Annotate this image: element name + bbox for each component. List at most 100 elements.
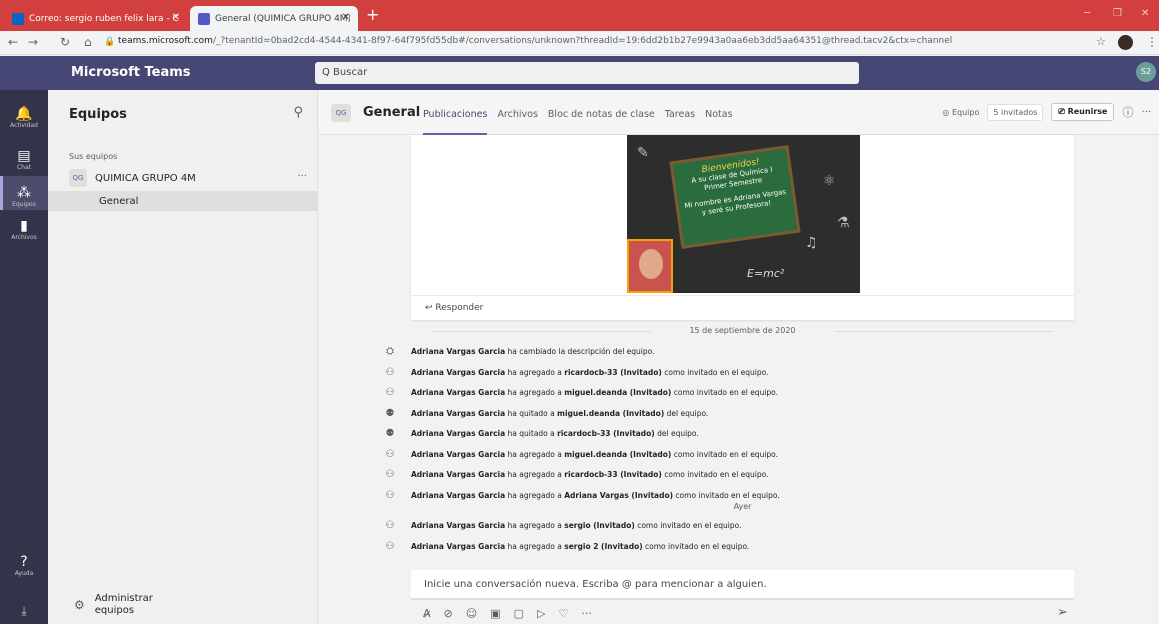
maximize-icon[interactable]: ❐ [1113,8,1122,19]
activity-tail: como invitado en el equipo. [671,449,779,459]
welcome-post: ✎ ⚛ ♫ ⚗ Bienvenidos! A su clase de Quími… [411,135,1074,320]
send-icon[interactable]: ➢ [1057,605,1068,620]
activity-verb: ha quitado a [505,408,558,418]
team-visibility[interactable]: ◎ Equipo [942,108,979,117]
team-avatar: QG [69,169,87,187]
remove-person-icon: ⚉ [385,428,395,439]
browser-tab-outlook[interactable]: Correo: sergio ruben felix lara - C ✕ [4,6,188,31]
teams-icon: ⁂ [17,185,31,201]
welcome-image[interactable]: ✎ ⚛ ♫ ⚗ Bienvenidos! A su clase de Quími… [627,135,860,293]
tab-posts[interactable]: Publicaciones [423,109,488,135]
filter-icon[interactable]: ⚲ [293,105,303,120]
reply-button[interactable]: ↩ Responder [411,295,1074,320]
attach-icon[interactable]: ⊘ [444,607,453,620]
url-field[interactable]: teams.microsoft.com/_?tenantId=0bad2cd4-… [118,36,952,46]
tab-notes[interactable]: Notas [705,109,732,135]
rail-item-help[interactable]: ? Ayuda [0,554,48,584]
activity-tail: como invitado en el equipo. [661,367,769,377]
sticker-icon[interactable]: ▢ [514,607,524,620]
app-rail: 🔔 Actividad ▤ Chat ⁂ Equipos ▮ Archivos … [0,90,48,624]
channel-main: QG General Publicaciones Archivos Bloc d… [319,90,1159,624]
tab-assignments[interactable]: Tareas [665,109,695,135]
browser-menu-icon[interactable]: ⋮ [1146,35,1158,49]
minimize-icon[interactable]: ─ [1084,8,1090,19]
actor-name: Adriana Vargas Garcia [411,542,506,551]
download-app-icon[interactable]: ⤓ [0,598,48,624]
file-icon: ▮ [20,218,28,234]
meet-now-icon[interactable]: ▷ [537,607,545,620]
activity-tail: como invitado en el equipo. [673,490,780,500]
profile-avatar[interactable] [1118,35,1133,50]
channel-item-general[interactable]: General [48,191,317,211]
emoji-icon[interactable]: ☺ [466,607,477,620]
activity-item: ⚇ Adriana Vargas Garcia ha agregado a Adr… [381,490,780,501]
tab-class-notebook[interactable]: Bloc de notas de clase [548,109,655,135]
more-icon[interactable]: ··· [581,607,592,620]
close-tab-icon[interactable]: ✕ [172,12,180,23]
channel-header: QG General Publicaciones Archivos Bloc d… [319,90,1159,135]
forward-icon[interactable]: → [28,35,38,49]
header-actions: ◎ Equipo 5 invitados ⎚ Reunirse ⓘ ··· [942,103,1151,121]
add-person-icon: ⚇ [385,387,395,398]
add-person-icon: ⚇ [385,366,395,378]
activity-text: Adriana Vargas Garcia ha quitado a ricar… [411,429,699,438]
activity-item: ⚇ Adriana Vargas Garcia ha agregado a mig… [381,449,779,460]
teams-sidebar: Equipos ⚲ Sus equipos QG QUIMICA GRUPO 4… [48,90,318,624]
tab-files[interactable]: Archivos [497,109,537,135]
meet-button[interactable]: ⎚ Reunirse [1051,103,1115,121]
target-name: miguel.deanda (Invitado) [564,449,672,459]
eye-icon: ◎ [942,107,952,117]
activity-verb: ha agregado a [505,367,565,377]
close-window-icon[interactable]: ✕ [1141,8,1149,19]
guests-pill[interactable]: 5 invitados [987,103,1044,121]
actor-name: Adriana Vargas Garcia [411,470,506,479]
activity-text: Adriana Vargas Garcia ha agregado a rica… [411,470,769,479]
browser-tab-teams[interactable]: General (QUIMICA GRUPO 4M) | ✕ [190,6,358,31]
rail-label: Archivos [11,234,37,241]
yesterday-separator: Ayer [733,502,752,511]
manage-teams-button[interactable]: ⚙ Administrar equipos [74,593,155,617]
remove-person-icon: ⚉ [385,407,395,419]
rail-item-files[interactable]: ▮ Archivos [0,218,48,252]
activity-text: Adriana Vargas Garcia ha agregado a migu… [411,388,778,397]
user-avatar[interactable]: S2 [1136,62,1156,82]
bookmark-star-icon[interactable]: ☆ [1096,35,1106,48]
activity-tail: como invitado en el equipo. [661,470,769,479]
target-name: ricardocb-33 (Invitado) [557,429,655,438]
search-input[interactable]: Q Buscar [315,62,859,84]
activity-text: Adriana Vargas Garcia ha agregado a serg… [411,521,741,530]
compose-box[interactable]: Inicie una conversación nueva. Escriba @… [411,570,1074,600]
bell-icon: 🔔 [15,106,33,122]
rail-item-activity[interactable]: 🔔 Actividad [0,106,48,140]
back-icon[interactable]: ← [8,35,18,49]
team-item[interactable]: QG QUIMICA GRUPO 4M ··· [69,168,309,188]
gear-icon: ⚙ [74,598,85,612]
home-icon[interactable]: ⌂ [84,35,92,49]
praise-icon[interactable]: ♡ [559,607,569,620]
section-label: Sus equipos [69,152,118,161]
close-tab-icon[interactable]: ✕ [342,12,350,23]
activity-item: ⚇ Adriana Vargas Garcia ha agregado a mig… [381,387,779,398]
info-icon[interactable]: ⓘ [1122,104,1133,120]
format-icon[interactable]: A̷ [423,607,431,620]
team-pill-label: Equipo [951,107,980,117]
channel-title: General [363,105,421,120]
actor-name: Adriana Vargas Garcia [411,449,506,459]
activity-item: ⚇ Adriana Vargas Garcia ha agregado a ric… [381,367,769,378]
activity-verb: ha agregado a [505,521,565,530]
target-name: miguel.deanda (Invitado) [557,408,665,418]
more-options-icon[interactable]: ··· [297,171,307,182]
teams-icon [198,12,210,25]
reply-label: Responder [435,303,484,313]
video-icon: ⎚ [1058,107,1068,116]
actor-name: Adriana Vargas Garcia [411,490,506,500]
app-title: Microsoft Teams [71,65,191,80]
activity-text: Adriana Vargas Garcia ha agregado a Adri… [411,491,780,500]
gif-icon[interactable]: ▣ [490,607,500,620]
url-host: teams.microsoft.com [118,36,213,46]
more-options-icon[interactable]: ··· [1141,107,1151,118]
new-tab-icon[interactable]: + [366,6,379,24]
reload-icon[interactable]: ↻ [60,35,70,49]
rail-item-teams[interactable]: ⁂ Equipos [0,176,48,210]
activity-tail: del equipo. [664,408,709,418]
